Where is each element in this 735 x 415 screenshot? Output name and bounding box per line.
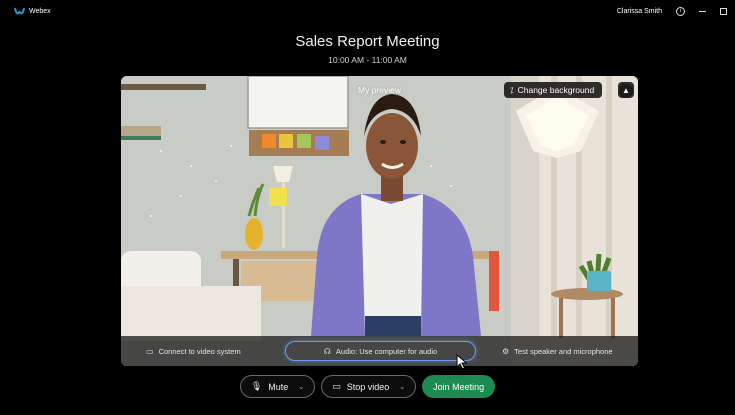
meeting-title: Sales Report Meeting xyxy=(295,33,440,50)
mute-label: Mute xyxy=(268,381,289,392)
audio-option-label: Audio: Use computer for audio xyxy=(335,346,438,356)
minimize-icon[interactable] xyxy=(699,10,706,12)
title-bar: Webex Clarissa Smith i xyxy=(0,0,735,22)
stop-video-button[interactable]: ▭ Stop video ⌄ xyxy=(321,375,417,398)
stop-video-label: Stop video xyxy=(346,381,390,392)
mute-button[interactable]: 🎙︎ Mute ⌄ xyxy=(239,375,316,398)
warning-button[interactable]: ▲ xyxy=(618,82,634,98)
video-system-icon: ▭ xyxy=(146,346,154,356)
maximize-icon[interactable] xyxy=(720,7,727,15)
background-effects-icon: ⁒ xyxy=(510,85,514,95)
join-controls: 🎙︎ Mute ⌄ ▭ Stop video ⌄ Join Meeting xyxy=(0,375,735,398)
meeting-time: 10:00 AM - 11:00 AM xyxy=(328,55,407,65)
chevron-down-icon[interactable]: ⌄ xyxy=(399,383,405,391)
join-meeting-label: Join Meeting xyxy=(433,381,485,392)
audio-option-button[interactable]: ☊ Audio: Use computer for audio xyxy=(285,341,476,361)
video-camera-icon: ▭ xyxy=(332,381,341,391)
test-speaker-mic-button[interactable]: ⚙ Test speaker and microphone xyxy=(502,347,613,356)
warning-icon: ▲ xyxy=(622,85,630,95)
chevron-down-icon[interactable]: ⌄ xyxy=(298,383,304,391)
user-name[interactable]: Clarissa Smith xyxy=(617,8,662,15)
connect-video-system-label: Connect to video system xyxy=(158,346,241,356)
join-meeting-button[interactable]: Join Meeting xyxy=(422,375,496,398)
camera-preview-image xyxy=(121,76,638,366)
change-background-button[interactable]: ⁒ Change background xyxy=(504,82,603,98)
app-brand: Webex xyxy=(14,7,51,16)
self-view-preview: My preview ⁒ Change background ▲ ▭ Conne… xyxy=(121,76,638,366)
app-name: Webex xyxy=(29,7,51,15)
info-icon[interactable]: i xyxy=(676,6,685,16)
microphone-icon: 🎙︎ xyxy=(250,381,263,391)
preview-options-bar: ▭ Connect to video system ☊ Audio: Use c… xyxy=(121,336,638,366)
change-background-label: Change background xyxy=(517,85,595,95)
settings-icon: ⚙ xyxy=(502,346,510,356)
test-speaker-mic-label: Test speaker and microphone xyxy=(514,346,613,356)
connect-video-system-button[interactable]: ▭ Connect to video system xyxy=(146,347,241,356)
window-controls: Clarissa Smith i xyxy=(617,0,727,22)
mouse-cursor-icon xyxy=(456,354,468,370)
headset-icon: ☊ xyxy=(323,346,331,356)
webex-logo-icon xyxy=(14,7,25,14)
